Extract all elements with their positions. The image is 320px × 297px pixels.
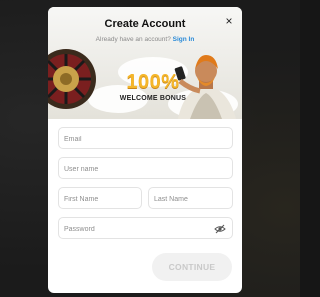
roulette-wheel-icon <box>48 49 96 109</box>
signin-link[interactable]: Sign In <box>173 36 195 43</box>
email-field <box>58 127 233 150</box>
modal-title: Create Account <box>104 18 186 30</box>
password-input[interactable] <box>59 219 232 240</box>
email-input[interactable] <box>59 129 232 150</box>
welcome-bonus-banner: Create Account Already have an account? … <box>48 7 242 119</box>
bonus-label: WELCOME BONUS <box>119 95 187 102</box>
username-input[interactable] <box>59 159 232 180</box>
bonus-percent: 100% <box>126 71 180 93</box>
eye-off-icon[interactable] <box>214 223 226 235</box>
create-account-modal: Create Account Already have an account? … <box>48 7 242 293</box>
last-name-input[interactable] <box>149 189 232 210</box>
first-name-input[interactable] <box>59 189 141 210</box>
first-name-field <box>58 187 142 210</box>
signin-prompt: Already have an account? Sign In <box>48 36 242 43</box>
username-field <box>58 157 233 180</box>
close-icon[interactable]: × <box>223 15 235 27</box>
continue-button[interactable]: CONTINUE <box>152 253 232 281</box>
signin-prompt-text: Already have an account? <box>95 36 171 43</box>
password-field <box>58 217 233 240</box>
last-name-field <box>148 187 233 210</box>
